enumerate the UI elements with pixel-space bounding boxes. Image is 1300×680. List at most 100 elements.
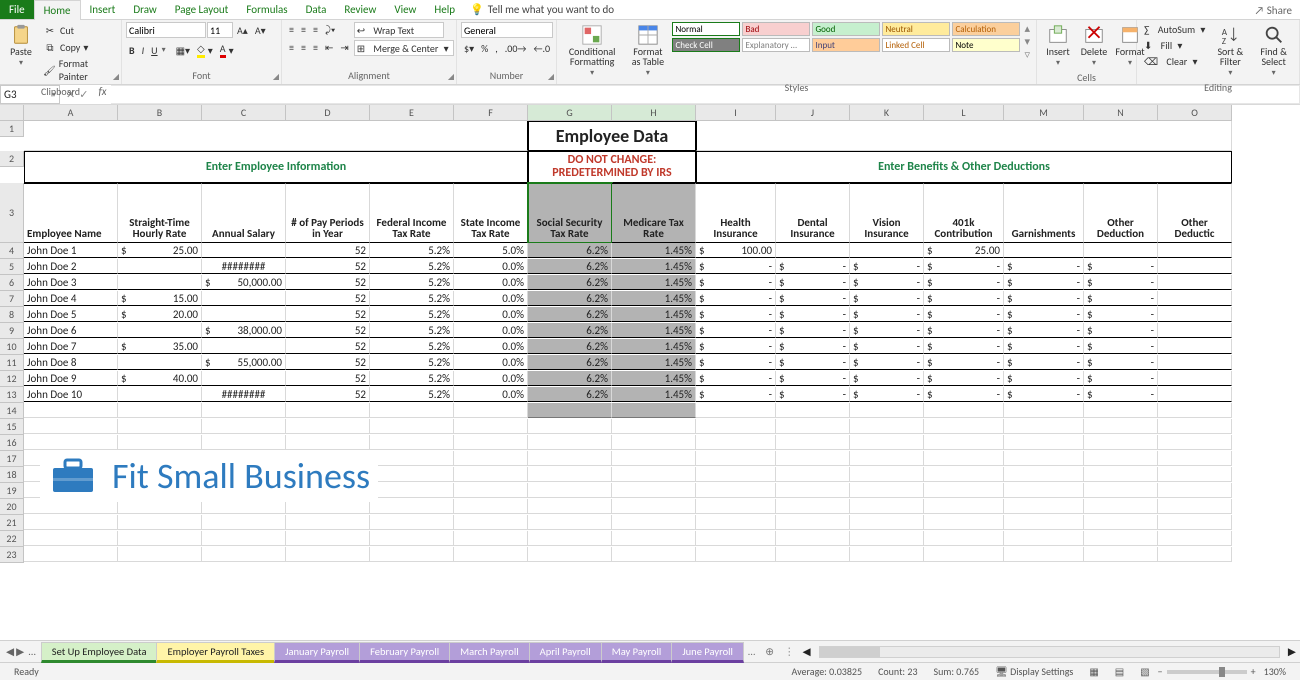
cell[interactable]: $- [850, 259, 924, 274]
cell[interactable] [850, 419, 924, 434]
cell[interactable] [1158, 531, 1232, 546]
cell[interactable]: John Doe 9 [24, 371, 118, 386]
cell[interactable] [454, 499, 528, 514]
cell[interactable] [696, 547, 776, 562]
column-header[interactable]: Annual Salary [202, 183, 286, 243]
cell[interactable] [1084, 435, 1158, 450]
cell[interactable] [528, 499, 612, 514]
conditional-formatting-button[interactable]: Conditional Formatting▾ [561, 22, 623, 80]
cell[interactable] [776, 243, 850, 258]
cell[interactable] [776, 515, 850, 530]
cell[interactable] [370, 547, 454, 562]
cell[interactable] [370, 483, 454, 498]
cell[interactable]: $- [1004, 355, 1084, 370]
cell[interactable] [118, 403, 202, 418]
tab-review[interactable]: Review [335, 0, 385, 19]
col-header-H[interactable]: H [612, 105, 696, 121]
cell[interactable]: 6.2% [528, 323, 612, 338]
cell[interactable] [1004, 243, 1084, 258]
cell[interactable] [1084, 499, 1158, 514]
cell[interactable] [1158, 483, 1232, 498]
cell[interactable]: $25.00 [118, 243, 202, 258]
cell[interactable] [1004, 547, 1084, 562]
cell[interactable] [1158, 499, 1232, 514]
cell[interactable]: 52 [286, 243, 370, 258]
style-check[interactable]: Check Cell [672, 38, 740, 52]
cell[interactable]: 6.2% [528, 259, 612, 274]
cell[interactable] [1084, 451, 1158, 466]
cell[interactable] [776, 403, 850, 418]
cell[interactable] [776, 531, 850, 546]
cell[interactable] [612, 419, 696, 434]
cell[interactable]: $- [696, 371, 776, 386]
cell[interactable]: $- [776, 355, 850, 370]
cell[interactable] [1158, 371, 1232, 386]
cell[interactable] [1158, 291, 1232, 306]
col-header-O[interactable]: O [1158, 105, 1232, 121]
cell[interactable] [1084, 467, 1158, 482]
cell[interactable] [776, 467, 850, 482]
cell[interactable]: 5.2% [370, 355, 454, 370]
cell[interactable] [24, 403, 118, 418]
cell[interactable]: 6.2% [528, 243, 612, 258]
comma-format-button[interactable]: , [492, 41, 501, 56]
cell[interactable]: $- [850, 291, 924, 306]
cell[interactable] [612, 531, 696, 546]
cell[interactable]: $- [1084, 371, 1158, 386]
cell[interactable] [370, 515, 454, 530]
cell[interactable]: 5.2% [370, 323, 454, 338]
cell[interactable] [1158, 467, 1232, 482]
cell[interactable]: $- [776, 371, 850, 386]
alignment-dialog-icon[interactable]: ◢ [448, 72, 454, 82]
cell[interactable] [1004, 467, 1084, 482]
tab-insert[interactable]: Insert [81, 0, 125, 19]
cell[interactable]: $- [776, 259, 850, 274]
column-header[interactable]: Social Security Tax Rate [528, 183, 612, 243]
cell[interactable]: 5.2% [370, 291, 454, 306]
cut-button[interactable]: ✂Cut [40, 22, 117, 38]
cell[interactable] [850, 547, 924, 562]
cell[interactable]: 6.2% [528, 307, 612, 322]
cell[interactable]: 1.45% [612, 339, 696, 354]
sheet-nav-more[interactable]: … [744, 645, 759, 658]
cell[interactable]: 6.2% [528, 291, 612, 306]
cell[interactable]: $- [696, 307, 776, 322]
cell[interactable] [776, 451, 850, 466]
cell[interactable]: $15.00 [118, 291, 202, 306]
nav-next-icon[interactable]: ▶ [16, 645, 24, 658]
cell[interactable] [118, 259, 202, 274]
col-header-B[interactable]: B [118, 105, 202, 121]
cell[interactable] [1158, 419, 1232, 434]
sheet-tab[interactable]: April Payroll [529, 642, 602, 663]
sheet-tab[interactable]: January Payroll [274, 642, 360, 663]
sheet-tab[interactable]: May Payroll [601, 642, 673, 663]
cell[interactable]: $- [696, 323, 776, 338]
column-header[interactable]: Health Insurance [696, 183, 776, 243]
cell[interactable]: 52 [286, 339, 370, 354]
font-dialog-icon[interactable]: ◢ [273, 72, 279, 82]
cell[interactable] [202, 403, 286, 418]
cell[interactable]: 1.45% [612, 387, 696, 402]
cell[interactable]: John Doe 4 [24, 291, 118, 306]
cell[interactable]: 0.0% [454, 291, 528, 306]
cell[interactable]: $20.00 [118, 307, 202, 322]
cell[interactable] [370, 451, 454, 466]
cell[interactable]: 1.45% [612, 259, 696, 274]
cell[interactable]: $- [776, 291, 850, 306]
cell[interactable] [528, 419, 612, 434]
cell[interactable]: $- [1004, 259, 1084, 274]
cell[interactable]: 52 [286, 259, 370, 274]
cell[interactable]: $- [776, 323, 850, 338]
align-top-icon[interactable]: ≡ [286, 22, 297, 37]
zoom-slider[interactable] [1167, 670, 1247, 674]
cell[interactable]: 5.2% [370, 259, 454, 274]
insert-cells-button[interactable]: Insert▾ [1041, 22, 1075, 70]
increase-font-icon[interactable]: A▴ [234, 23, 251, 38]
cell[interactable] [1084, 419, 1158, 434]
cell[interactable]: 0.0% [454, 259, 528, 274]
cell[interactable]: $- [850, 371, 924, 386]
cell[interactable] [1158, 339, 1232, 354]
cell[interactable] [454, 403, 528, 418]
cell[interactable]: 0.0% [454, 307, 528, 322]
cell[interactable] [1158, 387, 1232, 402]
